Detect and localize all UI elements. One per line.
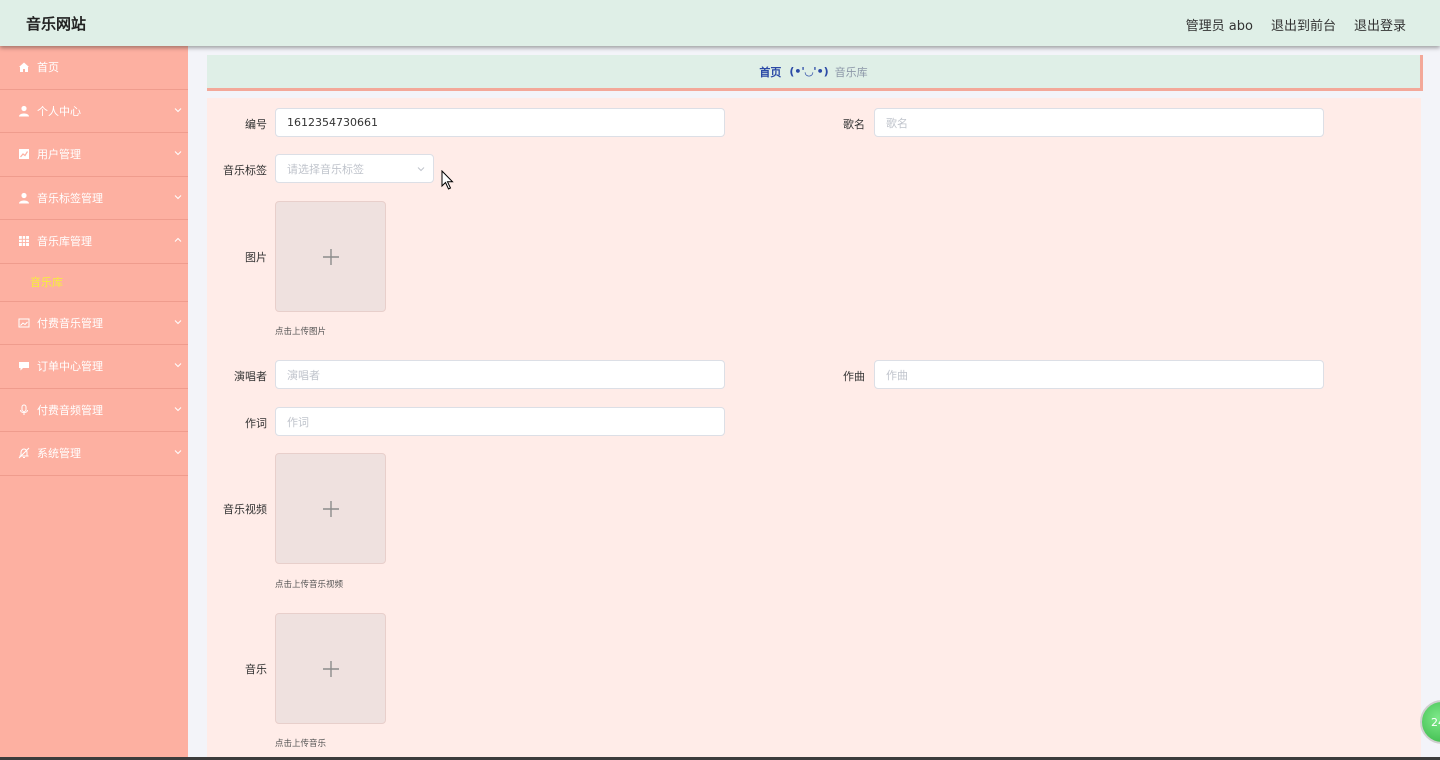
chart-icon — [18, 148, 30, 160]
lyricist-label: 作词 — [245, 417, 267, 430]
sidebar-menu: 首页 个人中心 用户管理 音乐标签管理 音乐库管理 音乐库 付费音乐管理 订单中… — [0, 46, 188, 760]
breadcrumb: 首页 (•'◡'•) 音乐库 — [207, 55, 1423, 91]
music-tag-placeholder: 请选择音乐标签 — [287, 162, 364, 176]
singer-placeholder: 演唱者 — [287, 368, 320, 382]
plus-icon — [322, 500, 339, 517]
sidebar-item-label: 音乐标签管理 — [37, 191, 103, 205]
mic-icon — [18, 404, 30, 416]
id-label: 编号 — [245, 118, 267, 131]
song-name-placeholder: 歌名 — [886, 116, 908, 130]
bell-off-icon — [18, 447, 30, 459]
song-name-label: 歌名 — [843, 118, 865, 131]
sidebar-item-home[interactable]: 首页 — [0, 46, 188, 90]
sidebar-subitem-music-library[interactable]: 音乐库 — [0, 264, 188, 302]
music-video-upload-tip: 点击上传音乐视频 — [275, 580, 344, 590]
music-tag-label: 音乐标签 — [223, 164, 267, 177]
breadcrumb-separator: (•'◡'•) — [789, 65, 829, 78]
chevron-down-icon — [174, 107, 182, 112]
sidebar-item-user-management[interactable]: 用户管理 — [0, 133, 188, 177]
home-icon — [18, 61, 30, 73]
lyricist-input[interactable]: 作词 — [275, 407, 725, 436]
singer-input[interactable]: 演唱者 — [275, 360, 725, 389]
music-video-label: 音乐视频 — [223, 503, 267, 516]
grid-icon — [18, 235, 30, 247]
chevron-down-icon — [417, 167, 425, 172]
song-name-input[interactable]: 歌名 — [874, 108, 1324, 137]
image-upload-button[interactable] — [275, 201, 386, 312]
music-video-upload-button[interactable] — [275, 453, 386, 564]
plus-icon — [322, 660, 339, 677]
breadcrumb-current: 音乐库 — [834, 65, 868, 79]
chevron-down-icon — [174, 363, 182, 368]
sidebar-item-music-library-management[interactable]: 音乐库管理 — [0, 220, 188, 264]
plus-icon — [322, 248, 339, 265]
composer-input[interactable]: 作曲 — [874, 360, 1324, 389]
chevron-down-icon — [174, 406, 182, 411]
sidebar-item-label: 付费音乐管理 — [37, 316, 103, 330]
sidebar-item-paid-music-management[interactable]: 付费音乐管理 — [0, 302, 188, 345]
sidebar-item-label: 个人中心 — [37, 104, 81, 118]
exit-to-frontend-link[interactable]: 退出到前台 — [1271, 15, 1336, 34]
image-label: 图片 — [245, 251, 267, 264]
chevron-down-icon — [174, 450, 182, 455]
admin-username: 管理员 abo — [1185, 19, 1253, 34]
sidebar-item-music-tag-management[interactable]: 音乐标签管理 — [0, 177, 188, 220]
sidebar-item-personal-center[interactable]: 个人中心 — [0, 90, 188, 133]
mouse-cursor-icon — [441, 170, 454, 190]
sidebar-item-label: 付费音频管理 — [37, 403, 103, 417]
chevron-up-icon — [174, 237, 182, 242]
site-title: 音乐网站 — [26, 15, 87, 33]
sidebar-item-order-center-management[interactable]: 订单中心管理 — [0, 345, 188, 389]
music-label: 音乐 — [245, 663, 267, 676]
singer-label: 演唱者 — [234, 370, 267, 383]
floating-widget-count: 24 — [1431, 715, 1440, 729]
chat-icon — [18, 360, 30, 372]
id-value: 1612354730661 — [287, 116, 378, 129]
chevron-down-icon — [174, 319, 182, 324]
chevron-down-icon — [174, 151, 182, 156]
image-icon — [18, 317, 30, 329]
lyricist-placeholder: 作词 — [287, 415, 309, 429]
sidebar-item-label: 订单中心管理 — [37, 360, 103, 374]
sidebar-item-label: 音乐库管理 — [37, 235, 92, 249]
music-upload-button[interactable] — [275, 613, 386, 724]
sidebar-item-label: 首页 — [37, 61, 59, 75]
composer-label: 作曲 — [843, 370, 865, 383]
user-icon — [18, 105, 30, 117]
music-tag-select[interactable]: 请选择音乐标签 — [275, 154, 434, 183]
top-navbar: 音乐网站 管理员 abo 退出到前台 退出登录 — [0, 0, 1440, 46]
breadcrumb-home-link[interactable]: 首页 — [759, 64, 781, 80]
music-edit-form: 编号 1612354730661 歌名 歌名 音乐标签 请选择音乐标签 图片 点… — [207, 98, 1421, 760]
floating-widget-button[interactable]: 24 — [1420, 700, 1440, 744]
chevron-down-icon — [174, 194, 182, 199]
composer-placeholder: 作曲 — [886, 368, 908, 382]
sidebar-item-label: 系统管理 — [37, 447, 81, 461]
sidebar-item-system-management[interactable]: 系统管理 — [0, 432, 188, 476]
logout-link[interactable]: 退出登录 — [1354, 15, 1406, 34]
header-links: 管理员 abo 退出到前台 退出登录 — [1186, 15, 1406, 34]
image-upload-tip: 点击上传图片 — [275, 327, 327, 337]
sidebar-item-label: 用户管理 — [37, 148, 81, 162]
sidebar-item-paid-audio-management[interactable]: 付费音频管理 — [0, 389, 188, 432]
user-icon — [18, 192, 30, 204]
id-input[interactable]: 1612354730661 — [275, 108, 725, 137]
music-upload-tip: 点击上传音乐 — [275, 739, 327, 749]
